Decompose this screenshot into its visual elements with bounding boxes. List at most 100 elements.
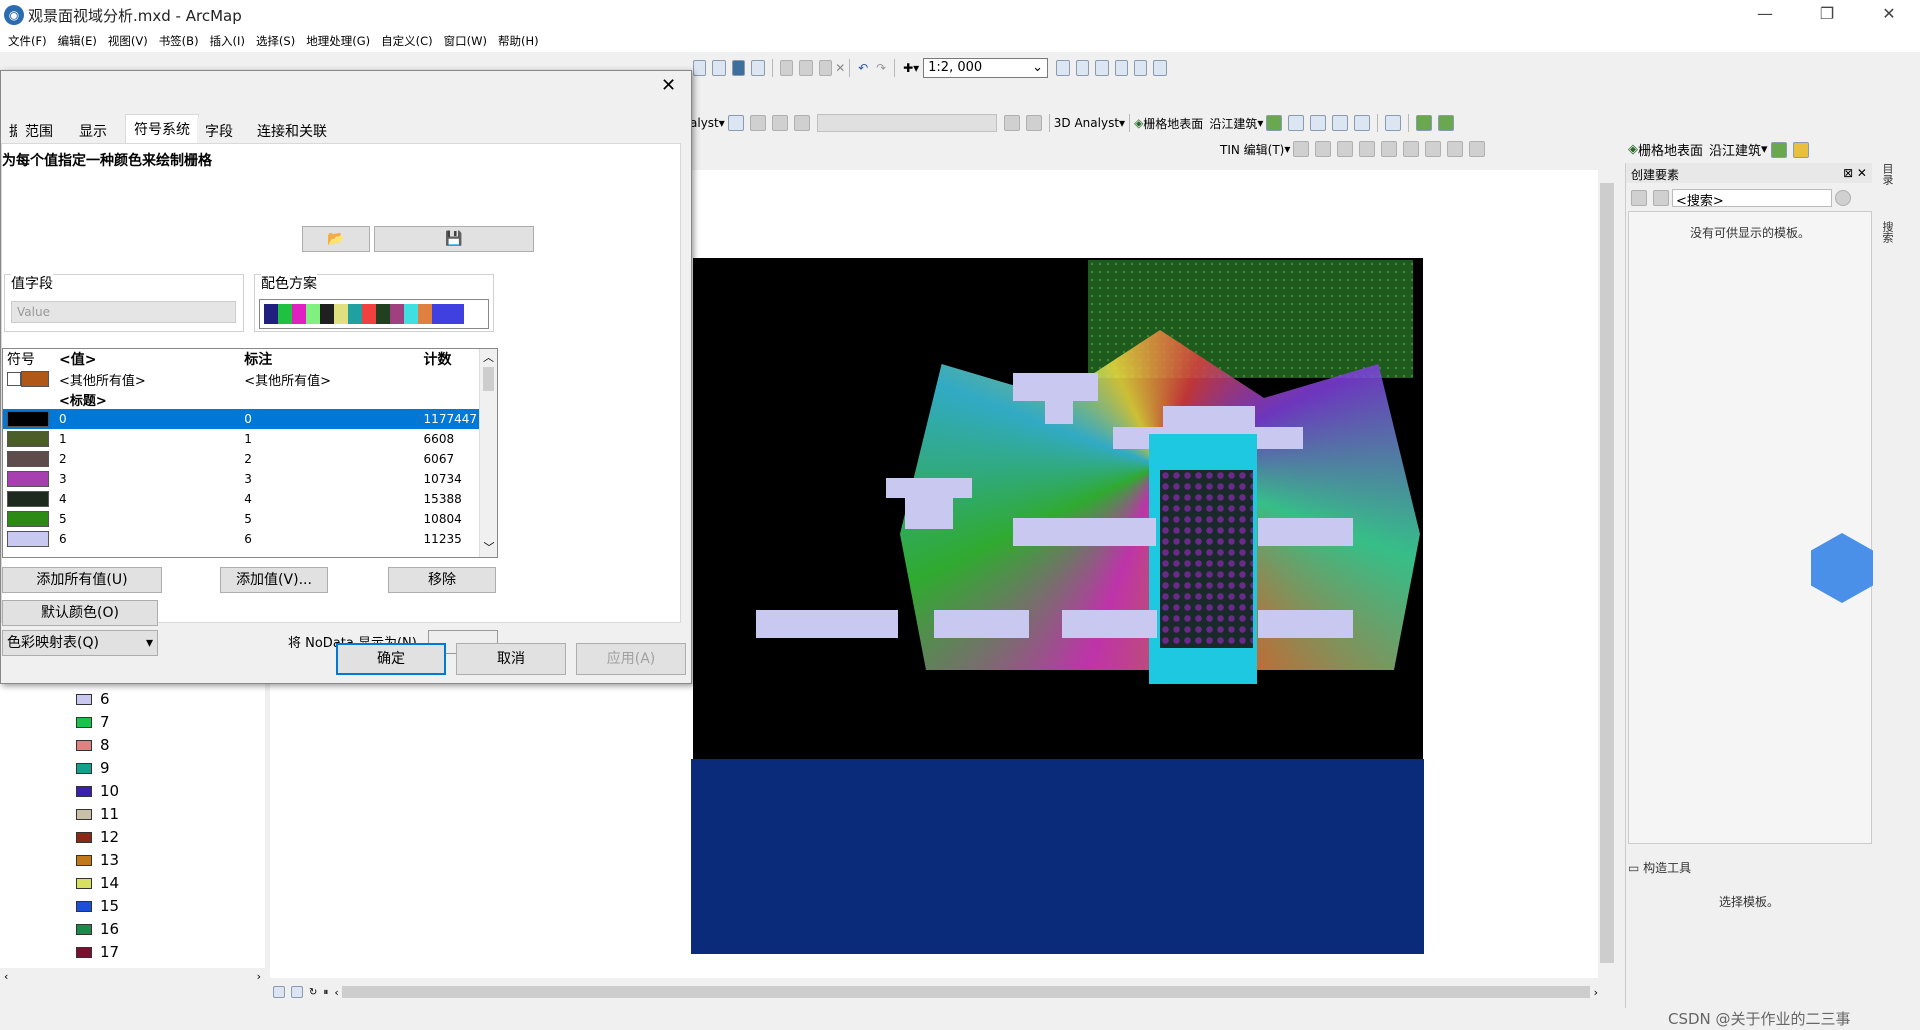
scroll-thumb[interactable] bbox=[341, 986, 1590, 998]
tin-edit-label[interactable]: TIN 编辑(T) bbox=[1220, 141, 1284, 158]
legend-swatch[interactable] bbox=[76, 785, 92, 797]
symbol-swatch[interactable] bbox=[7, 451, 49, 467]
steepest-path-icon[interactable] bbox=[1792, 141, 1809, 158]
legend-swatch[interactable] bbox=[76, 900, 92, 912]
raster-surface-label[interactable]: 栅格地表面 bbox=[1143, 115, 1203, 132]
delete-icon[interactable]: ✕ bbox=[835, 61, 845, 75]
add-all-values-button[interactable]: 添加所有值(U) bbox=[2, 567, 162, 593]
print-icon[interactable] bbox=[751, 60, 765, 76]
table-row[interactable]: 5 5 10804 bbox=[3, 509, 481, 529]
symbol-swatch[interactable] bbox=[7, 471, 49, 487]
raster-surface-label[interactable]: 栅格地表面 bbox=[1638, 140, 1703, 159]
table-row[interactable]: 6 6 11235 bbox=[3, 529, 481, 549]
scroll-down-icon[interactable]: ﹀ bbox=[480, 539, 497, 555]
scroll-thumb[interactable] bbox=[1600, 183, 1614, 963]
arctoolbox-icon[interactable] bbox=[1133, 60, 1148, 76]
open-layer-button[interactable]: 📂 bbox=[302, 226, 370, 252]
scene-icon[interactable] bbox=[1438, 115, 1455, 131]
legend-item[interactable]: 11 bbox=[76, 805, 119, 823]
table-row-other[interactable]: <其他所有值> <其他所有值> bbox=[3, 369, 481, 389]
tin-tool-icon[interactable] bbox=[1315, 141, 1332, 157]
symbol-swatch[interactable] bbox=[7, 411, 49, 427]
table-row[interactable]: 4 4 15388 bbox=[3, 489, 481, 509]
legend-swatch[interactable] bbox=[76, 739, 92, 751]
tool-icon[interactable] bbox=[1003, 115, 1020, 131]
catalog-icon[interactable] bbox=[1095, 60, 1109, 76]
scroll-left-icon[interactable]: ‹ bbox=[4, 970, 8, 983]
line-of-sight-icon[interactable] bbox=[1310, 115, 1327, 131]
remove-button[interactable]: 移除 bbox=[388, 567, 496, 593]
legend-item[interactable]: 12 bbox=[76, 828, 119, 846]
layout-view-icon[interactable] bbox=[291, 986, 303, 998]
tool-icon[interactable] bbox=[793, 115, 810, 131]
color-scheme-select[interactable] bbox=[259, 299, 489, 329]
table-row[interactable]: 0 0 1177447 bbox=[3, 409, 481, 429]
tool-icon[interactable] bbox=[771, 115, 788, 131]
layer-name[interactable]: 沿江建筑 bbox=[1209, 115, 1257, 132]
map-horizontal-scrollbar[interactable]: ↻ ⏸ ‹ › bbox=[270, 983, 1598, 1001]
legend-item[interactable]: 17 bbox=[76, 943, 119, 961]
contour-icon[interactable] bbox=[1770, 141, 1787, 158]
new-icon[interactable] bbox=[693, 60, 707, 76]
tin-tool-icon[interactable] bbox=[1403, 141, 1420, 157]
spatial-analyst-label[interactable]: alyst bbox=[690, 116, 719, 130]
layers-icon[interactable] bbox=[1653, 190, 1669, 206]
menu-help[interactable]: 帮助(H) bbox=[498, 33, 539, 49]
save-layer-button[interactable]: 💾 bbox=[374, 226, 534, 252]
checkbox[interactable] bbox=[7, 372, 21, 386]
tool-icon[interactable] bbox=[749, 115, 766, 131]
scroll-right-icon[interactable]: › bbox=[257, 970, 261, 983]
legend-item[interactable]: 10 bbox=[76, 782, 119, 800]
legend-item[interactable]: 9 bbox=[76, 759, 110, 777]
symbol-swatch[interactable] bbox=[7, 491, 49, 507]
undo-icon[interactable]: ↶ bbox=[858, 61, 868, 75]
analyst-3d-label[interactable]: 3D Analyst bbox=[1054, 116, 1119, 130]
search-window-icon[interactable] bbox=[1114, 60, 1128, 76]
template-list[interactable]: 没有可供显示的模板。 bbox=[1628, 211, 1872, 844]
symbol-swatch[interactable] bbox=[21, 371, 49, 387]
apply-button[interactable]: 应用(A) bbox=[576, 643, 686, 675]
symbol-swatch[interactable] bbox=[7, 511, 49, 527]
legend-swatch[interactable] bbox=[76, 693, 92, 705]
symbol-swatch[interactable] bbox=[7, 531, 49, 547]
profile-icon[interactable] bbox=[1332, 115, 1349, 131]
contour-icon[interactable] bbox=[1266, 115, 1283, 131]
cut-icon[interactable] bbox=[779, 60, 794, 76]
layer-name[interactable]: 沿江建筑 bbox=[1709, 140, 1761, 159]
close-button[interactable]: ✕ bbox=[1866, 0, 1912, 30]
cancel-button[interactable]: 取消 bbox=[456, 643, 566, 675]
legend-swatch[interactable] bbox=[76, 716, 92, 728]
side-tab-search[interactable]: 搜索 bbox=[1875, 221, 1895, 281]
scroll-left-icon[interactable]: ‹ bbox=[334, 986, 338, 999]
maximize-button[interactable]: ❐ bbox=[1804, 0, 1850, 30]
menu-insert[interactable]: 插入(I) bbox=[210, 33, 245, 49]
organize-icon[interactable] bbox=[1631, 190, 1647, 206]
legend-swatch[interactable] bbox=[76, 762, 92, 774]
legend-item[interactable]: 14 bbox=[76, 874, 119, 892]
pause-icon[interactable]: ⏸ bbox=[323, 987, 328, 998]
minimize-button[interactable]: — bbox=[1742, 0, 1788, 30]
globe-icon[interactable] bbox=[1416, 115, 1433, 131]
value-field-select[interactable]: Value bbox=[11, 301, 236, 323]
menu-geoprocessing[interactable]: 地理处理(G) bbox=[306, 33, 370, 49]
add-data-icon[interactable]: ✚▾ bbox=[903, 61, 919, 75]
table-of-contents-icon[interactable] bbox=[1075, 60, 1090, 76]
colormap-button[interactable]: 色彩映射表(Q) ▾ bbox=[2, 630, 158, 656]
tab-joins[interactable]: 连接和关联 bbox=[249, 117, 335, 143]
legend-swatch[interactable] bbox=[76, 877, 92, 889]
tin-tool-icon[interactable] bbox=[1447, 141, 1464, 157]
python-icon[interactable] bbox=[1153, 60, 1167, 76]
add-value-button[interactable]: 添加值(V)... bbox=[220, 567, 328, 593]
tin-tool-icon[interactable] bbox=[1359, 141, 1376, 157]
refresh-icon[interactable]: ↻ bbox=[309, 987, 317, 998]
save-icon[interactable] bbox=[731, 60, 746, 76]
map-vertical-scrollbar[interactable] bbox=[1598, 163, 1616, 983]
paste-icon[interactable] bbox=[818, 60, 833, 76]
legend-item[interactable]: 16 bbox=[76, 920, 119, 938]
editor-toolbar-icon[interactable] bbox=[1056, 60, 1070, 76]
table-row-heading[interactable]: <标题> bbox=[3, 389, 481, 409]
tab-fields[interactable]: 字段 bbox=[197, 117, 241, 143]
graph-icon[interactable] bbox=[1385, 115, 1402, 131]
dialog-close-button[interactable]: ✕ bbox=[661, 75, 676, 96]
search-icon[interactable] bbox=[1835, 190, 1851, 206]
